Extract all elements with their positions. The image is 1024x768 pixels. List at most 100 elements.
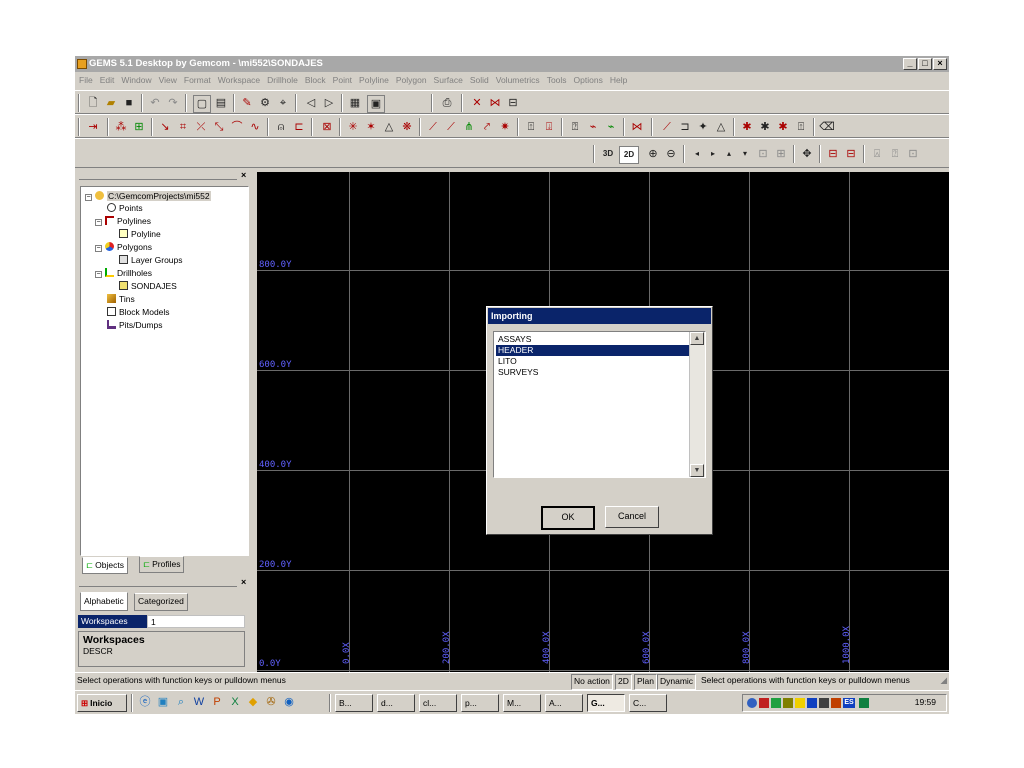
label-tool-icon[interactable]: ⍐ (793, 119, 809, 135)
panel-close-icon[interactable]: × (241, 170, 246, 180)
zoom-fit-icon[interactable]: ⊡ (905, 146, 921, 162)
taskbar-item[interactable]: M... (503, 694, 541, 712)
menu-file[interactable]: File (79, 75, 93, 85)
save-icon[interactable]: ■ (121, 95, 137, 111)
pan-up-icon[interactable]: ▴ (721, 146, 737, 162)
powerpoint-icon[interactable]: P (209, 694, 225, 710)
merge-icon[interactable]: ⋈ (629, 119, 645, 135)
taskbar-item[interactable]: B... (335, 694, 373, 712)
list-item-selected[interactable]: HEADER (496, 345, 693, 356)
panel-grip[interactable] (79, 172, 237, 180)
snap-icon[interactable]: ⁂ (113, 119, 129, 135)
triangle-tool-icon[interactable]: △ (381, 119, 397, 135)
drill-edit-icon[interactable]: ⟋ (443, 119, 459, 135)
word-icon[interactable]: W (191, 694, 207, 710)
menu-view[interactable]: View (159, 75, 177, 85)
tab-categorized[interactable]: Categorized (134, 593, 188, 611)
polyline-tool-icon[interactable]: ⌗ (175, 119, 191, 135)
tree-item-polylines[interactable]: − Polylines (95, 216, 151, 227)
star2-icon[interactable]: ✱ (757, 119, 773, 135)
tree-item-block-models[interactable]: Block Models (107, 307, 170, 318)
drill-star-icon[interactable]: ✷ (497, 119, 513, 135)
drill-plot-icon[interactable]: ⤤ (479, 119, 495, 135)
pan-right-icon[interactable]: ▸ (705, 146, 721, 162)
taskbar-item-active[interactable]: G... (587, 694, 625, 712)
update-icon[interactable] (771, 698, 781, 708)
pin-icon[interactable]: ✦ (695, 119, 711, 135)
query-point-icon[interactable]: ⌁ (603, 119, 619, 135)
menu-window[interactable]: Window (121, 75, 151, 85)
display-icon[interactable]: ▣ (367, 95, 385, 113)
drill-tool-icon[interactable]: ⟋ (425, 119, 441, 135)
section-icon[interactable]: ⊟ (505, 95, 521, 111)
menu-point[interactable]: Point (333, 75, 352, 85)
list-item[interactable]: ASSAYS (496, 334, 693, 345)
tree-item-polygons[interactable]: − Polygons (95, 242, 152, 253)
digitize-icon[interactable]: ✕ (469, 95, 485, 111)
property-name-workspaces[interactable]: Workspaces (78, 615, 147, 628)
collapse-icon[interactable]: − (85, 194, 92, 201)
printer-tray-icon[interactable] (819, 698, 829, 708)
next-icon[interactable]: ▷ (321, 95, 337, 111)
select-icon[interactable]: ⌖ (275, 95, 291, 111)
zoom-window-icon[interactable]: ⊡ (755, 146, 771, 162)
zoom-in-icon[interactable]: ⊕ (645, 146, 661, 162)
pan-down-icon[interactable]: ▾ (737, 146, 753, 162)
properties-panel-grip[interactable] (79, 579, 237, 587)
tree-item-layer-groups[interactable]: Layer Groups (119, 255, 183, 266)
menu-workspace[interactable]: Workspace (218, 75, 260, 85)
cascade-icon[interactable]: ▤ (213, 95, 229, 111)
tree-item-tins[interactable]: Tins (107, 294, 135, 305)
menu-drillhole[interactable]: Drillhole (267, 75, 298, 85)
curve-tool-icon[interactable]: ∿ (247, 119, 263, 135)
open-folder-icon[interactable]: ▰ (103, 95, 119, 111)
menu-volumetrics[interactable]: Volumetrics (496, 75, 540, 85)
tab-profiles[interactable]: ⊏ Profiles (139, 556, 185, 573)
collapse-icon[interactable]: − (95, 219, 102, 226)
split-tool-icon[interactable]: ⊏ (291, 119, 307, 135)
resize-grip-icon[interactable]: ◢ (940, 673, 947, 688)
refresh-icon[interactable]: ⊟ (843, 146, 859, 162)
tool-icon[interactable]: ✇ (263, 694, 279, 710)
redraw-icon[interactable]: ⊟ (825, 146, 841, 162)
tree-item-pits-dumps[interactable]: Pits/Dumps (107, 320, 162, 331)
surface-tool-icon[interactable]: ❋ (399, 119, 415, 135)
menu-tools[interactable]: Tools (547, 75, 567, 85)
list-scrollbar[interactable]: ▲ ▼ (689, 332, 705, 477)
desktop-icon[interactable]: ▣ (155, 694, 171, 710)
edit-tool-icon[interactable]: ✎ (239, 95, 255, 111)
maximize-button[interactable]: □ (918, 58, 932, 70)
menu-block[interactable]: Block (305, 75, 326, 85)
query-line-icon[interactable]: ⌁ (585, 119, 601, 135)
language-indicator[interactable]: ES (843, 698, 855, 708)
start-button[interactable]: ⊞ Inicio (77, 694, 127, 712)
list-item[interactable]: LITO (496, 356, 693, 367)
extrude-icon[interactable]: ⟋ (659, 119, 675, 135)
display-tray-icon[interactable] (807, 698, 817, 708)
menu-polygon[interactable]: Polygon (396, 75, 427, 85)
property-value-workspaces[interactable]: 1 (147, 615, 245, 628)
line-tool-icon[interactable]: ↘ (157, 119, 173, 135)
label-icon[interactable]: ⍐ (523, 119, 539, 135)
eraser-icon[interactable]: ⌫ (819, 119, 835, 135)
pan-left-icon[interactable]: ◂ (689, 146, 705, 162)
import-list[interactable]: ASSAYS HEADER LITO SURVEYS ▲ ▼ (493, 331, 706, 478)
menu-edit[interactable]: Edit (100, 75, 115, 85)
folder-icon[interactable]: ◆ (245, 694, 261, 710)
tree-item-sondajes[interactable]: SONDAJES (119, 281, 177, 292)
label-edit-icon[interactable]: ⍗ (541, 119, 557, 135)
block-tool-icon[interactable]: ⊠ (319, 119, 335, 135)
warning-icon[interactable]: △ (713, 119, 729, 135)
antivirus-icon[interactable] (759, 698, 769, 708)
properties-close-icon[interactable]: × (241, 577, 246, 587)
star1-icon[interactable]: ✱ (739, 119, 755, 135)
zoom-extents-icon[interactable]: ⊞ (773, 146, 789, 162)
scroll-down-icon[interactable]: ▼ (690, 464, 704, 477)
window-layout-icon[interactable]: ▢ (193, 95, 211, 113)
taskbar-item[interactable]: p... (461, 694, 499, 712)
collapse-icon[interactable]: − (95, 245, 102, 252)
new-file-icon[interactable]: 🗋 (85, 95, 101, 111)
move-icon[interactable]: ⇥ (85, 119, 101, 135)
menu-help[interactable]: Help (610, 75, 627, 85)
hardware-icon[interactable] (783, 698, 793, 708)
